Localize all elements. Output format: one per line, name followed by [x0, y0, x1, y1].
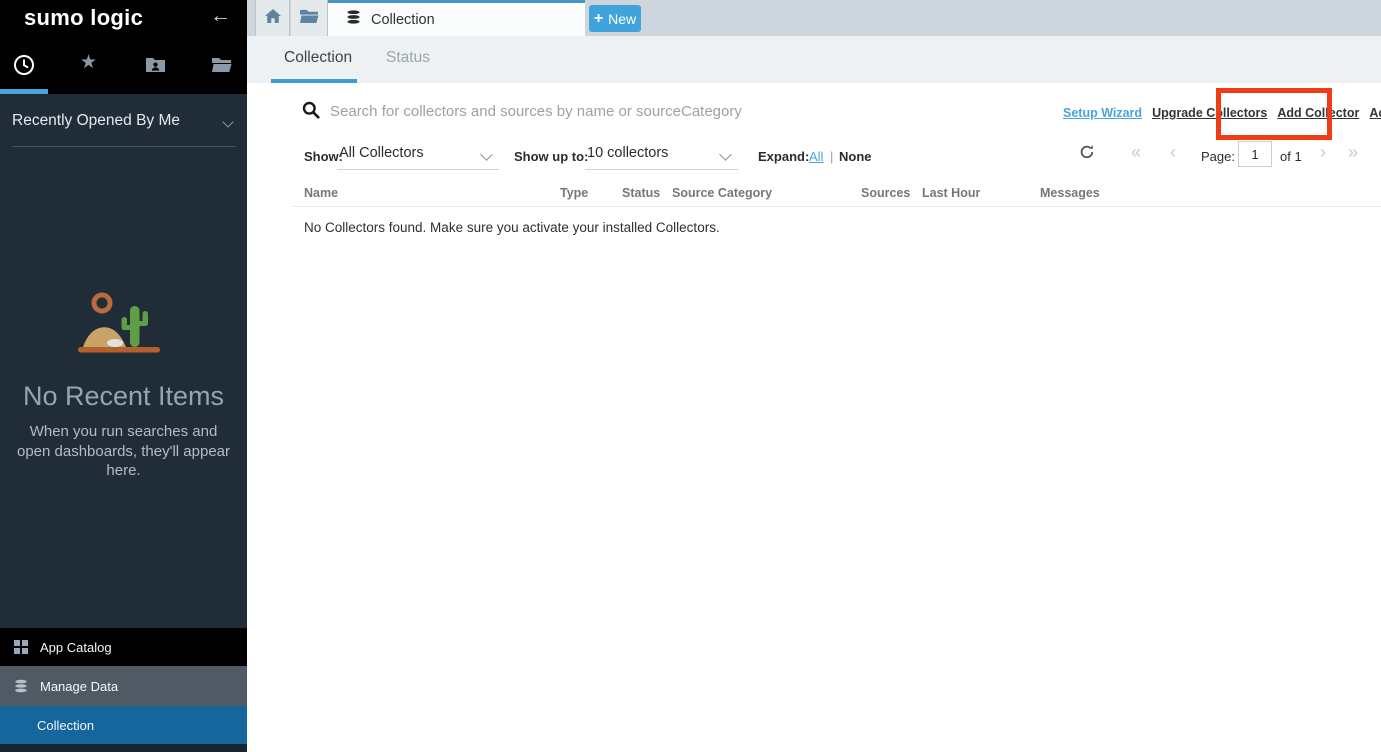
home-tab-button[interactable]	[255, 0, 290, 36]
add-collector-link[interactable]: Add Collector	[1277, 106, 1359, 120]
sidebar: sumo logic ← ★ Recently Opened By Me	[0, 0, 247, 752]
show-up-to-dropdown[interactable]: 10 collectors	[585, 140, 738, 170]
library-folder-icon[interactable]	[211, 56, 233, 78]
table-header-border	[292, 206, 1381, 207]
sidebar-item-manage-data[interactable]: Manage Data	[0, 666, 247, 706]
sidebar-item-label: App Catalog	[40, 640, 112, 655]
plus-icon: +	[594, 10, 603, 28]
expand-label: Expand:	[758, 149, 809, 164]
first-page-button[interactable]: «	[1131, 142, 1141, 162]
main-content: Collection + New Collection Status Setup…	[247, 0, 1381, 752]
chevron-down-icon	[719, 148, 732, 161]
sidebar-item-collection[interactable]: Collection	[0, 706, 247, 744]
home-icon	[264, 8, 282, 29]
sidebar-item-label: Manage Data	[40, 679, 118, 694]
next-page-button[interactable]: ›	[1320, 142, 1326, 162]
clock-icon[interactable]	[13, 54, 35, 76]
column-header-name: Name	[304, 186, 338, 200]
show-up-to-label: Show up to:	[514, 149, 588, 164]
page-label: Page:	[1201, 149, 1235, 164]
folder-icon	[299, 8, 319, 29]
new-button-label: New	[608, 11, 636, 27]
library-tab-button[interactable]	[291, 0, 328, 36]
database-icon	[345, 9, 362, 30]
upgrade-collectors-link[interactable]: Upgrade Collectors	[1152, 106, 1267, 120]
subtab-status[interactable]: Status	[386, 49, 430, 67]
sun-icon	[94, 295, 110, 311]
chevron-down-icon	[222, 116, 233, 127]
sidebar-bottom-strip	[0, 744, 247, 752]
sub-tab-bar: Collection Status	[247, 36, 1381, 83]
recent-dropdown-label: Recently Opened By Me	[12, 112, 180, 129]
prev-page-button[interactable]: ‹	[1170, 142, 1176, 162]
database-icon	[13, 678, 29, 694]
expand-none-link[interactable]: None	[839, 149, 872, 164]
collector-action-links: Setup Wizard Upgrade Collectors Add Coll…	[1063, 106, 1381, 120]
show-up-to-dropdown-value: 10 collectors	[587, 145, 668, 161]
expand-all-link[interactable]: All	[809, 149, 823, 164]
empty-table-message: No Collectors found. Make sure you activ…	[304, 220, 720, 235]
tab-collection[interactable]: Collection	[328, 0, 585, 36]
column-header-sources: Sources	[861, 186, 910, 200]
tab-label: Collection	[371, 12, 435, 28]
access-keys-link[interactable]: Access Keys	[1369, 106, 1381, 120]
subtab-collection[interactable]: Collection	[284, 49, 352, 67]
last-page-button[interactable]: »	[1348, 142, 1358, 162]
show-dropdown[interactable]: All Collectors	[337, 140, 499, 170]
refresh-icon[interactable]	[1079, 144, 1095, 165]
chevron-down-icon	[480, 148, 493, 161]
top-tab-bar: Collection + New	[247, 0, 1381, 36]
rock-highlight	[107, 339, 123, 347]
show-dropdown-value: All Collectors	[339, 145, 424, 161]
page-number-input[interactable]	[1238, 141, 1272, 167]
sumo-logic-logo: sumo logic	[24, 5, 143, 31]
active-nav-underline	[0, 89, 48, 94]
shared-folder-icon[interactable]	[145, 56, 167, 78]
collapse-sidebar-icon[interactable]: ←	[210, 4, 231, 28]
search-input[interactable]	[330, 98, 970, 124]
column-header-status: Status	[622, 186, 660, 200]
sidebar-item-label: Collection	[37, 718, 94, 733]
new-button[interactable]: + New	[589, 5, 641, 32]
search-icon	[302, 101, 320, 124]
setup-wizard-link[interactable]: Setup Wizard	[1063, 106, 1142, 120]
desert-illustration	[70, 289, 170, 364]
app-grid-icon	[13, 639, 29, 655]
no-recent-items-subtitle: When you run searches and open dashboard…	[14, 422, 233, 481]
sidebar-header: sumo logic ← ★	[0, 0, 247, 94]
sidebar-item-app-catalog[interactable]: App Catalog	[0, 628, 247, 666]
page-of-label: of 1	[1280, 149, 1302, 164]
column-header-last-hour: Last Hour	[922, 186, 980, 200]
active-subtab-underline	[271, 79, 357, 83]
divider: |	[830, 149, 833, 164]
star-icon[interactable]: ★	[80, 52, 102, 74]
ground-line	[78, 347, 160, 353]
column-header-messages: Messages	[1040, 186, 1100, 200]
column-header-source-category: Source Category	[672, 186, 772, 200]
recent-items-dropdown[interactable]: Recently Opened By Me	[12, 108, 236, 147]
no-recent-items-title: No Recent Items	[0, 381, 247, 412]
column-header-type: Type	[560, 186, 588, 200]
